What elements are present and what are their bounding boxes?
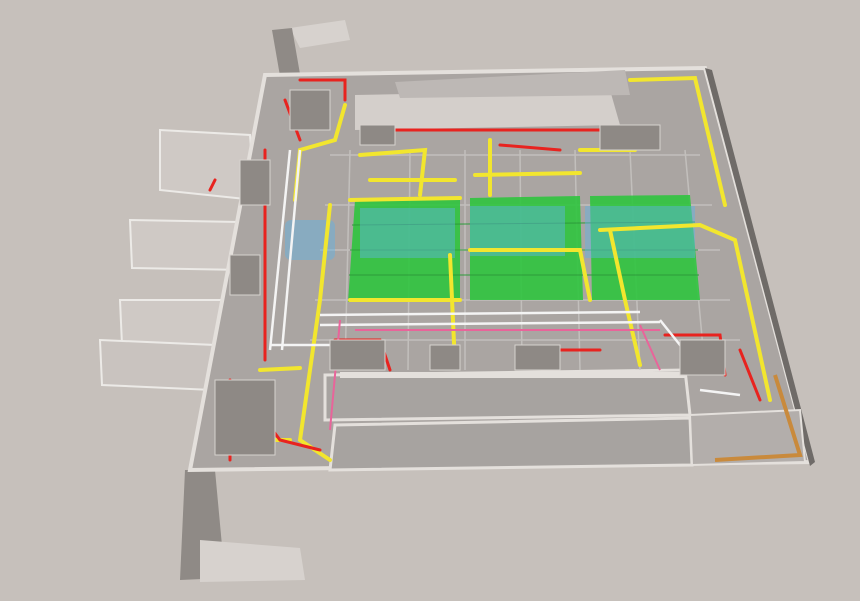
bim-3d-model-view xyxy=(0,0,860,601)
